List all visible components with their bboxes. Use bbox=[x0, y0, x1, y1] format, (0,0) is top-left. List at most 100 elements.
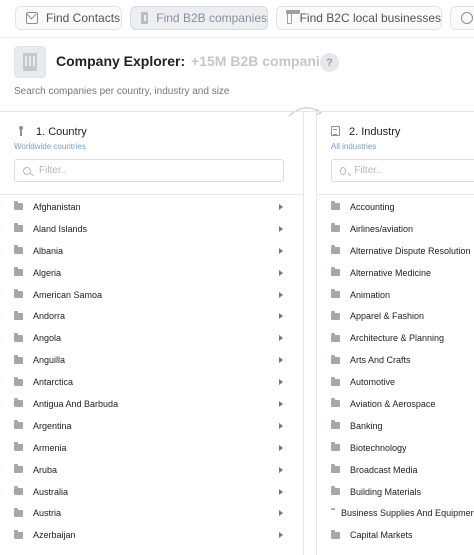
chevron-right-icon bbox=[279, 400, 283, 407]
page-title: Company Explorer: +15M B2B companies bbox=[56, 53, 335, 69]
list-item[interactable]: Aruba bbox=[0, 459, 303, 481]
list-item[interactable]: Andorra bbox=[0, 305, 303, 327]
list-item-label: Airlines/aviation bbox=[350, 223, 414, 234]
list-item[interactable]: Capital Markets bbox=[317, 524, 474, 546]
list-item[interactable]: Apparel & Fashion bbox=[317, 305, 474, 327]
list-item[interactable]: Banking bbox=[317, 415, 474, 437]
chevron-right-icon bbox=[279, 488, 283, 495]
chevron-right-icon bbox=[279, 335, 283, 342]
folder-icon bbox=[14, 529, 23, 539]
folder-icon bbox=[14, 507, 23, 517]
list-item-label: Arts And Crafts bbox=[350, 355, 411, 366]
list-item[interactable]: Arts And Crafts bbox=[317, 349, 474, 371]
list-item[interactable]: Argentina bbox=[0, 415, 303, 437]
folder-icon bbox=[14, 245, 23, 255]
chevron-right-icon bbox=[279, 247, 283, 254]
list-item[interactable]: Alternative Dispute Resolution bbox=[317, 240, 474, 262]
folder-icon bbox=[14, 398, 23, 408]
list-item[interactable]: Austria bbox=[0, 502, 303, 524]
list-item-label: Building Materials bbox=[350, 486, 422, 497]
list-item[interactable]: Aland Islands bbox=[0, 218, 303, 240]
folder-icon bbox=[14, 464, 23, 474]
chevron-right-icon bbox=[279, 291, 283, 298]
industry-column: 2. Industry All industries Accounting Air… bbox=[316, 112, 474, 555]
list-item[interactable]: Azerbaijan bbox=[0, 524, 303, 546]
chevron-right-icon bbox=[279, 203, 283, 210]
search-icon bbox=[340, 166, 347, 175]
country-filter-field[interactable] bbox=[14, 159, 284, 182]
list-item[interactable]: American Samoa bbox=[0, 284, 303, 306]
industry-column-title: 2. Industry bbox=[349, 126, 401, 138]
list-item-label: Broadcast Media bbox=[350, 464, 418, 475]
list-item[interactable]: Alternative Medicine bbox=[317, 262, 474, 284]
country-filter-input[interactable] bbox=[39, 165, 239, 176]
company-building-icon bbox=[14, 46, 46, 78]
list-item-label: Architecture & Planning bbox=[350, 333, 445, 344]
folder-icon bbox=[14, 201, 23, 211]
list-item[interactable]: Algeria bbox=[0, 262, 303, 284]
divider bbox=[0, 194, 303, 195]
list-item[interactable]: Anguilla bbox=[0, 349, 303, 371]
list-item-label: Australia bbox=[33, 486, 69, 497]
tab-label: Find B2C local businesses bbox=[299, 11, 441, 25]
chevron-right-icon bbox=[279, 422, 283, 429]
tab-search[interactable] bbox=[450, 6, 474, 30]
list-item[interactable]: Animation bbox=[317, 284, 474, 306]
list-item[interactable]: Automotive bbox=[317, 371, 474, 393]
list-item-label: Apparel & Fashion bbox=[350, 311, 425, 322]
help-icon[interactable]: ? bbox=[320, 53, 339, 72]
country-list: Afghanistan Aland Islands Albania Algeria Am… bbox=[0, 196, 303, 546]
search-icon bbox=[461, 12, 473, 24]
list-item[interactable]: Business Supplies And Equipment bbox=[317, 502, 474, 524]
folder-icon bbox=[331, 223, 340, 233]
folder-icon bbox=[331, 245, 340, 255]
chevron-right-icon bbox=[279, 313, 283, 320]
list-item-label: Angola bbox=[33, 333, 62, 344]
industry-icon bbox=[331, 126, 340, 136]
tab-find-contacts[interactable]: Find Contacts bbox=[15, 6, 122, 30]
list-item-label: Afghanistan bbox=[33, 201, 81, 212]
chevron-right-icon bbox=[279, 379, 283, 386]
list-item-label: Andorra bbox=[33, 311, 66, 322]
folder-icon bbox=[14, 267, 23, 277]
list-item[interactable]: Australia bbox=[0, 481, 303, 503]
tab-label: Find Contacts bbox=[46, 11, 121, 25]
list-item-label: Animation bbox=[350, 289, 391, 300]
page-subtitle: +15M B2B companies bbox=[191, 53, 336, 69]
search-icon bbox=[23, 166, 31, 175]
list-item[interactable]: Albania bbox=[0, 240, 303, 262]
list-item[interactable]: Broadcast Media bbox=[317, 459, 474, 481]
list-item-label: American Samoa bbox=[33, 289, 103, 300]
list-item[interactable]: Building Materials bbox=[317, 481, 474, 503]
country-column-title: 1. Country bbox=[36, 126, 87, 138]
list-item-label: Anguilla bbox=[33, 355, 66, 366]
divider bbox=[0, 37, 474, 38]
list-item[interactable]: Accounting bbox=[317, 196, 474, 218]
list-item[interactable]: Angola bbox=[0, 327, 303, 349]
folder-icon bbox=[14, 486, 23, 496]
list-item[interactable]: Antarctica bbox=[0, 371, 303, 393]
folder-icon bbox=[14, 332, 23, 342]
folder-icon bbox=[331, 354, 340, 364]
industry-filter-field[interactable] bbox=[331, 159, 474, 182]
divider bbox=[317, 194, 474, 195]
list-item-label: Austria bbox=[33, 508, 62, 519]
folder-icon bbox=[331, 289, 340, 298]
tab-find-b2b-companies[interactable]: Find B2B companies bbox=[130, 6, 268, 30]
list-item[interactable]: Biotechnology bbox=[317, 437, 474, 459]
folder-icon bbox=[14, 420, 23, 430]
list-item[interactable]: Armenia bbox=[0, 437, 303, 459]
building-icon bbox=[141, 12, 151, 24]
list-item[interactable]: Architecture & Planning bbox=[317, 327, 474, 349]
list-item[interactable]: Antigua And Barbuda bbox=[0, 393, 303, 415]
list-item[interactable]: Airlines/aviation bbox=[317, 218, 474, 240]
folder-icon bbox=[14, 442, 23, 452]
folder-icon bbox=[331, 376, 340, 386]
tab-find-b2c-local-businesses[interactable]: Find B2C local businesses bbox=[276, 6, 442, 30]
list-item-label: Antarctica bbox=[33, 377, 74, 388]
list-item[interactable]: Aviation & Aerospace bbox=[317, 393, 474, 415]
list-item[interactable]: Afghanistan bbox=[0, 196, 303, 218]
folder-icon bbox=[14, 223, 23, 233]
industry-filter-input[interactable] bbox=[354, 165, 474, 176]
list-item-label: Biotechnology bbox=[350, 442, 407, 453]
